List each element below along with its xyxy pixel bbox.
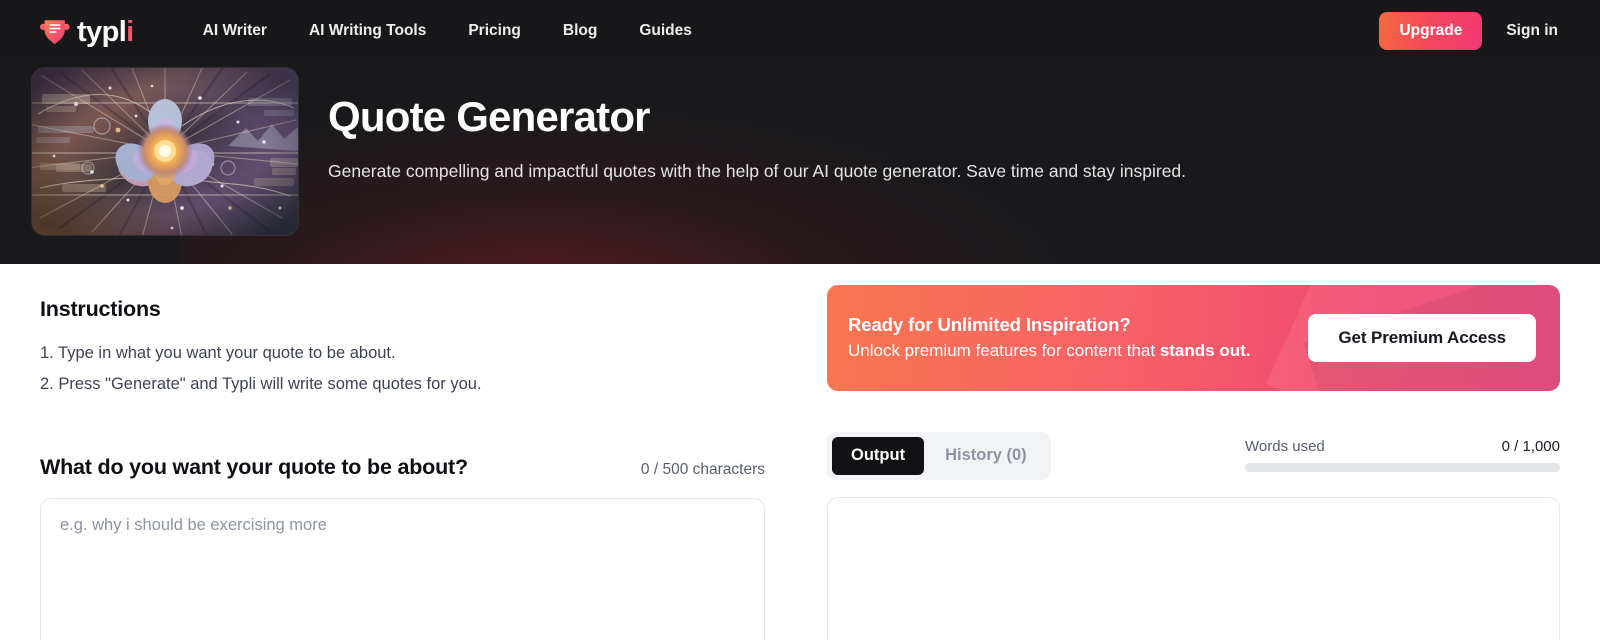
promo-subtitle-text: Unlock premium features for content that: [848, 341, 1160, 361]
hero-section: Quote Generator Generate compelling and …: [0, 62, 1600, 264]
instructions-list: 1. Type in what you want your quote to b…: [40, 338, 765, 400]
brand-name-main: typl: [77, 15, 127, 48]
brand-name: typli: [77, 15, 134, 48]
output-tab-group: Output History (0): [827, 432, 1051, 480]
nav-item-ai-writer[interactable]: AI Writer: [182, 22, 288, 40]
site-header: typli AI Writer AI Writing Tools Pricing…: [0, 0, 1600, 62]
brand-logo-link[interactable]: typli: [40, 16, 134, 47]
nav-item-ai-writing-tools[interactable]: AI Writing Tools: [288, 22, 447, 40]
premium-promo-banner: Ready for Unlimited Inspiration? Unlock …: [827, 285, 1560, 391]
page-title: Quote Generator: [328, 93, 651, 140]
header-actions: Upgrade Sign in: [1379, 11, 1572, 51]
output-column: Ready for Unlimited Inspiration? Unlock …: [827, 264, 1560, 640]
brand-name-accent: i: [126, 15, 134, 48]
words-used-progress-track: [1245, 463, 1560, 472]
prompt-input[interactable]: [40, 498, 765, 640]
instructions-heading: Instructions: [40, 297, 161, 321]
words-used-label: Words used: [1245, 438, 1325, 455]
promo-subtitle: Unlock premium features for content that…: [848, 340, 1250, 363]
typli-shield-pen-logo-icon: [40, 16, 70, 47]
output-result-panel[interactable]: [827, 496, 1560, 640]
tab-output[interactable]: Output: [832, 437, 925, 475]
hero-thumbnail-image: [32, 68, 298, 235]
nav-item-pricing[interactable]: Pricing: [447, 22, 542, 40]
prompt-label: What do you want your quote to be about?: [40, 455, 468, 480]
upgrade-button[interactable]: Upgrade: [1379, 11, 1483, 51]
instruction-step: 2. Press "Generate" and Typli will write…: [40, 375, 482, 394]
instruction-step: 1. Type in what you want your quote to b…: [40, 344, 396, 362]
promo-title: Ready for Unlimited Inspiration?: [848, 314, 1131, 336]
main-navigation: AI Writer AI Writing Tools Pricing Blog …: [182, 22, 713, 40]
sign-in-link[interactable]: Sign in: [1492, 14, 1572, 48]
get-premium-access-button[interactable]: Get Premium Access: [1308, 314, 1536, 362]
nav-item-blog[interactable]: Blog: [542, 22, 618, 40]
output-panel-header: Output History (0) Words used 0 / 1,000: [827, 432, 1560, 480]
tab-history[interactable]: History (0): [926, 437, 1046, 475]
prompt-header: What do you want your quote to be about?…: [40, 455, 765, 480]
words-used-meter: Words used 0 / 1,000: [1245, 432, 1560, 472]
input-column: Instructions 1. Type in what you want yo…: [40, 264, 765, 640]
main-content: Instructions 1. Type in what you want yo…: [0, 264, 1600, 640]
character-counter: 0 / 500 characters: [640, 461, 765, 479]
hero-text-block: Quote Generator Generate compelling and …: [298, 68, 1186, 184]
words-used-value: 0 / 1,000: [1501, 438, 1560, 455]
promo-subtitle-emphasis: stands out.: [1159, 341, 1251, 361]
nav-item-guides[interactable]: Guides: [618, 22, 713, 40]
page-subtitle: Generate compelling and impactful quotes…: [328, 161, 1187, 182]
